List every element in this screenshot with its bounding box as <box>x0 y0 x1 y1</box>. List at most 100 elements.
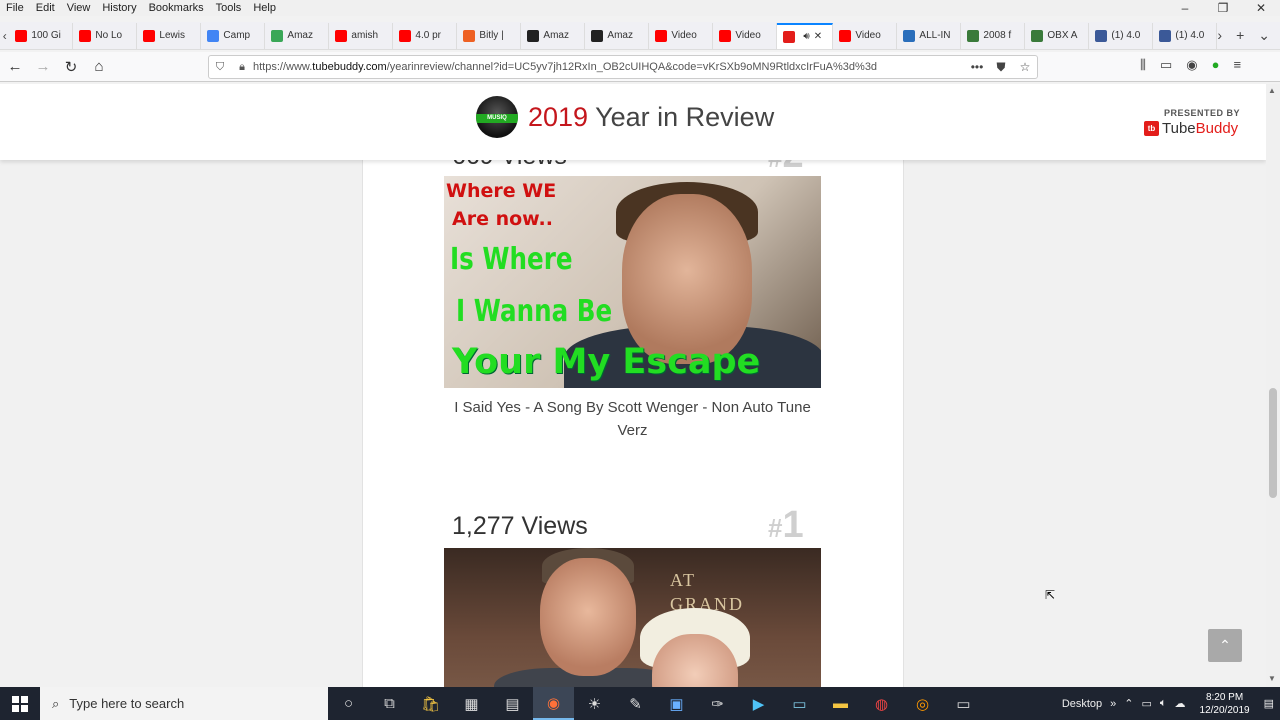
menu-tools[interactable]: Tools <box>210 2 248 14</box>
tab-label: Amaz <box>543 30 569 41</box>
restore-icon[interactable]: ❐ <box>1204 1 1242 15</box>
browser-tab[interactable]: Camp <box>201 22 266 49</box>
tab-label: (1) 4.0 <box>1175 30 1205 41</box>
browser-tab[interactable]: Lewis <box>137 22 202 49</box>
taskbar-search[interactable]: ⌕ Type here to search <box>40 687 328 720</box>
browser-tab[interactable]: Bitly | <box>457 22 522 49</box>
firefox-icon[interactable]: ◉ <box>533 687 574 720</box>
browser-tab[interactable]: Amaz <box>585 22 650 49</box>
menu-bookmarks[interactable]: Bookmarks <box>143 2 210 14</box>
recorder-icon[interactable]: ▭ <box>779 687 820 720</box>
browser-tab[interactable]: Amaz <box>521 22 586 49</box>
volume-icon[interactable]: 🔈︎ <box>1160 697 1167 710</box>
menu-help[interactable]: Help <box>247 2 282 14</box>
calculator-icon[interactable]: ▦ <box>451 687 492 720</box>
new-tab-icon[interactable]: + <box>1236 27 1244 44</box>
back-arrow-icon[interactable]: ← <box>2 54 28 80</box>
paint-icon[interactable]: ✎ <box>615 687 656 720</box>
network-icon[interactable]: ▭ <box>1142 697 1152 710</box>
brightness-icon[interactable]: ☀ <box>574 687 615 720</box>
entry-2-caption[interactable]: I Said Yes - A Song By Scott Wenger - No… <box>444 396 821 442</box>
tab-label: ALL-IN <box>919 30 951 41</box>
tab-scroll-left-icon[interactable]: ‹ <box>0 29 9 43</box>
page-actions-icon[interactable]: ••• <box>965 60 989 74</box>
browser-tab[interactable]: (1) 4.0 <box>1089 22 1154 49</box>
tab-label: OBX A <box>1047 30 1078 41</box>
task-view-icon[interactable]: ⧉ <box>369 687 410 720</box>
browser-tab[interactable]: 2008 f <box>961 22 1026 49</box>
video-thumbnail-1[interactable]: AT GRAND <box>444 548 821 687</box>
address-bar[interactable]: ⛉ 🔒︎ https://www.tubebuddy.com/yearinrev… <box>208 55 1038 79</box>
file-explorer-icon[interactable]: ▬ <box>820 687 861 720</box>
forward-arrow-icon[interactable]: → <box>30 54 56 80</box>
menu-history[interactable]: History <box>96 2 142 14</box>
browser-tab[interactable]: ALL-IN <box>897 22 962 49</box>
library-icon[interactable]: ⫼ <box>1140 57 1146 73</box>
desktop-toolbar-label[interactable]: Desktop <box>1062 698 1102 710</box>
browser-tab[interactable]: 🔊︎ ✕ <box>777 22 834 49</box>
browser-tab[interactable]: (1) 4.0 <box>1153 22 1218 49</box>
hamburger-menu-icon[interactable]: ≡ <box>1233 57 1241 73</box>
bitly-icon <box>463 29 476 42</box>
browser-tab[interactable]: 100 Gi <box>9 22 74 49</box>
browser-tab[interactable]: No Lo <box>73 22 138 49</box>
scroll-up-icon[interactable]: ▲ <box>1268 86 1276 95</box>
thumbnail-text-line-3: Is Where <box>450 242 573 277</box>
menu-file[interactable]: File <box>0 2 30 14</box>
reload-icon[interactable]: ↻ <box>58 54 84 80</box>
extension-icon[interactable]: ● <box>1212 57 1220 73</box>
browser-tab[interactable]: 4.0 pr <box>393 22 458 49</box>
document-icon[interactable]: ▣ <box>656 687 697 720</box>
back-to-top-button[interactable]: ⌃ <box>1208 629 1242 662</box>
store-icon[interactable]: 🛍︎ <box>410 687 451 720</box>
obs-icon[interactable]: ◎ <box>902 687 943 720</box>
browser-tab[interactable]: OBX A <box>1025 22 1090 49</box>
thumbnail-face-man <box>540 558 636 676</box>
browser-tab[interactable]: amish <box>329 22 394 49</box>
menu-edit[interactable]: Edit <box>30 2 61 14</box>
window-app-icon[interactable]: ▭ <box>943 687 984 720</box>
tab-list-chevron-icon[interactable]: ⌄ <box>1258 27 1270 44</box>
tab-audio-icon[interactable]: 🔊︎ <box>803 31 809 42</box>
menu-view[interactable]: View <box>61 2 97 14</box>
lock-icon[interactable]: 🔒︎ <box>231 61 253 74</box>
feather-icon[interactable]: ✑ <box>697 687 738 720</box>
url-text[interactable]: https://www.tubebuddy.com/yearinreview/c… <box>253 61 965 73</box>
close-tab-icon[interactable]: ✕ <box>814 31 822 42</box>
tab-label: 4.0 pr <box>415 30 441 41</box>
close-window-icon[interactable]: ✕ <box>1242 1 1280 15</box>
minimize-icon[interactable]: – <box>1166 1 1204 15</box>
bookmark-star-icon[interactable]: ☆ <box>1013 60 1037 74</box>
onedrive-cloud-icon[interactable]: ☁ <box>1175 697 1186 710</box>
tubebuddy-logo[interactable]: tb TubeBuddy <box>1144 120 1238 137</box>
notifications-icon[interactable]: ▤ <box>1264 697 1274 710</box>
cortana-icon[interactable]: ○ <box>328 687 369 720</box>
tab-scroll-right-icon[interactable]: › <box>1217 27 1222 44</box>
tab-label: Video <box>855 30 881 41</box>
video-editor-icon[interactable]: ▶ <box>738 687 779 720</box>
start-button[interactable] <box>0 687 40 720</box>
sidebar-icon[interactable]: ▭ <box>1160 57 1172 73</box>
thumbnail-text-line-2: Are now.. <box>452 208 553 230</box>
video-thumbnail-2[interactable]: Where WE Are now.. Is Where I Wanna Be Y… <box>444 176 821 388</box>
home-icon[interactable]: ⌂ <box>86 54 112 80</box>
browser-tab[interactable]: Amaz <box>265 22 330 49</box>
amazon-icon <box>527 29 540 42</box>
news-icon[interactable]: ▤ <box>492 687 533 720</box>
page-scrollbar[interactable]: ▲ ▼ <box>1266 84 1280 687</box>
scroll-down-icon[interactable]: ▼ <box>1268 674 1276 683</box>
shield-icon[interactable]: ⛉ <box>209 61 231 74</box>
chrome-icon[interactable]: ◍ <box>861 687 902 720</box>
pocket-icon[interactable]: ⛊ <box>989 60 1013 75</box>
clock[interactable]: 8:20 PM 12/20/2019 <box>1200 691 1250 717</box>
account-icon[interactable]: ◉ <box>1186 57 1197 73</box>
browser-tab[interactable]: Video <box>713 22 778 49</box>
scrollbar-thumb[interactable] <box>1269 388 1277 498</box>
tubebuddy-icon <box>783 30 796 43</box>
browser-tab[interactable]: Video <box>649 22 714 49</box>
tab-label: Amaz <box>287 30 313 41</box>
thumbnail-text-line-1: Where WE <box>446 180 557 202</box>
browser-tab[interactable]: Video <box>833 22 898 49</box>
show-hidden-icons-chevron-icon[interactable]: ⌃ <box>1124 697 1133 710</box>
tray-expand-icon[interactable]: » <box>1110 698 1116 710</box>
